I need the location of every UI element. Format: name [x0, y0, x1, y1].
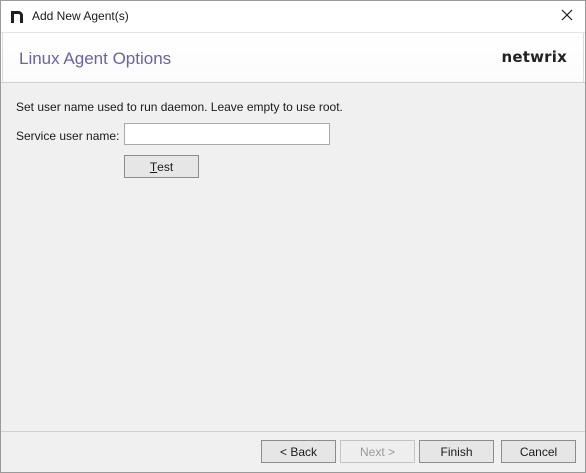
title-bar: Add New Agent(s): [1, 1, 585, 33]
service-user-label: Service user name:: [16, 129, 120, 143]
add-new-agent-dialog: Add New Agent(s) Linux Agent Options net…: [0, 0, 586, 473]
wizard-header: Linux Agent Options netwrix: [1, 33, 585, 83]
window-title: Add New Agent(s): [32, 9, 129, 23]
close-icon: [561, 9, 573, 24]
close-button[interactable]: [549, 1, 585, 32]
netwrix-n-icon: [9, 8, 25, 24]
next-button[interactable]: Next >: [340, 440, 415, 463]
test-button-mnemonic: T: [149, 159, 158, 174]
instruction-text: Set user name used to run daemon. Leave …: [16, 100, 343, 114]
finish-button[interactable]: Finish: [419, 440, 494, 463]
cancel-button[interactable]: Cancel: [501, 440, 576, 463]
test-button-label-rest: est: [157, 159, 174, 174]
page-title: Linux Agent Options: [19, 49, 172, 68]
wizard-content: Set user name used to run daemon. Leave …: [1, 83, 585, 432]
netwrix-logo: netwrix: [501, 48, 567, 66]
back-button[interactable]: < Back: [261, 440, 336, 463]
footer-divider: [1, 431, 585, 432]
test-button[interactable]: Test: [124, 155, 199, 178]
service-user-input[interactable]: [124, 123, 330, 145]
